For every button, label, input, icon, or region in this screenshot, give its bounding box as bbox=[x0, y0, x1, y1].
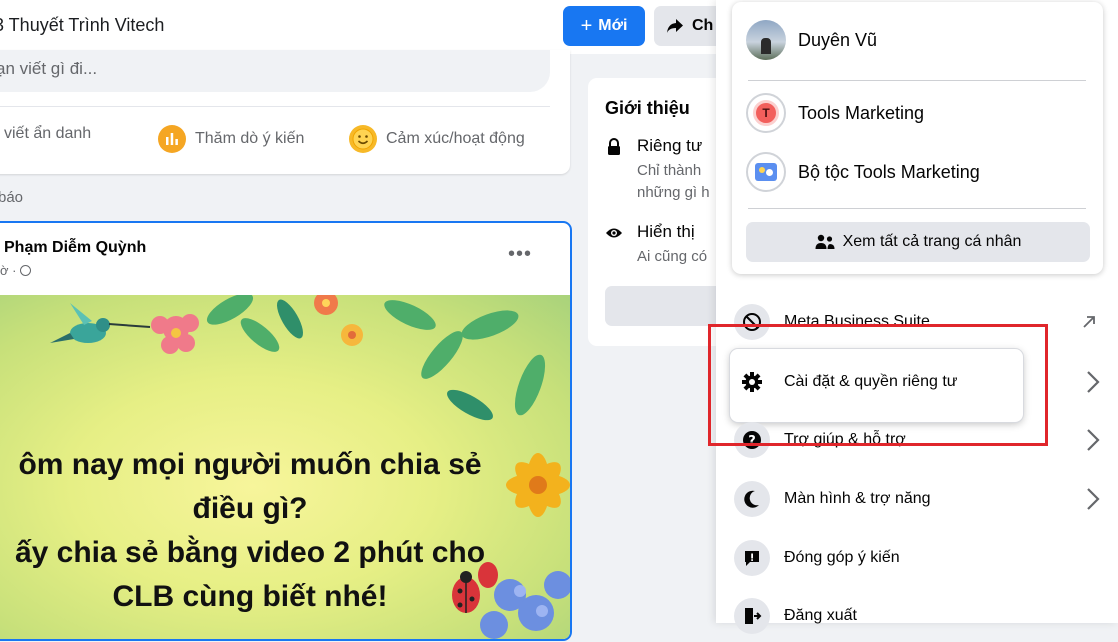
moon-icon bbox=[734, 481, 770, 517]
group-header-bar: 3 Thuyết Trình Vitech + Mới Ch bbox=[0, 0, 724, 54]
privacy-desc-2: những gì h bbox=[637, 184, 710, 201]
see-all-profiles-button[interactable]: Xem tất cả trang cá nhân bbox=[746, 222, 1090, 262]
new-button[interactable]: + Mới bbox=[563, 6, 645, 46]
globe-icon bbox=[20, 265, 32, 276]
page-avatar-t: T bbox=[746, 93, 786, 133]
group-avatar bbox=[746, 152, 786, 192]
privacy-desc-1: Chỉ thành bbox=[637, 162, 702, 179]
post-more-button[interactable]: ••• bbox=[508, 243, 532, 266]
profile-name-tools-marketing: Tools Marketing bbox=[798, 102, 925, 123]
profile-bo-toc-tools-marketing[interactable]: Bộ tộc Tools Marketing bbox=[746, 152, 980, 192]
chevron-right-icon bbox=[1087, 371, 1100, 393]
menu-item-feedback[interactable]: Đóng góp ý kiến bbox=[734, 532, 1102, 584]
visibility-desc: Ai cũng có bbox=[637, 248, 708, 265]
share-arrow-icon bbox=[667, 19, 683, 33]
external-arrow-icon bbox=[1083, 316, 1095, 328]
feed-section-label: báo bbox=[0, 189, 24, 206]
post-image[interactable]: ôm nay mọi người muốn chia sẻ điều gì? ấ… bbox=[0, 295, 570, 639]
profiles-divider-top bbox=[748, 80, 1086, 81]
feedback-icon bbox=[734, 540, 770, 576]
menu-label-feedback: Đóng góp ý kiến bbox=[784, 549, 900, 566]
post-meta: ờ · bbox=[0, 263, 32, 278]
lock-icon bbox=[608, 138, 620, 155]
new-button-label: Mới bbox=[598, 17, 628, 34]
post-image-text: ôm nay mọi người muốn chia sẻ điều gì? ấ… bbox=[0, 443, 550, 619]
post-time: ờ · bbox=[0, 263, 17, 278]
profile-name-bo-toc: Bộ tộc Tools Marketing bbox=[798, 161, 980, 182]
feeling-activity-label: Cảm xúc/hoạt động bbox=[386, 130, 525, 147]
poll-icon bbox=[158, 125, 186, 153]
chevron-right-icon bbox=[1087, 429, 1100, 451]
profile-duyen-vu[interactable]: Duyên Vũ bbox=[746, 20, 877, 60]
profiles-divider-bottom bbox=[748, 208, 1086, 209]
post-author[interactable]: Phạm Diễm Quỳnh bbox=[4, 239, 146, 257]
visibility-title: Hiển thị bbox=[637, 222, 695, 241]
annotation-highlight-frame bbox=[708, 324, 1048, 446]
group-title[interactable]: 3 Thuyết Trình Vitech bbox=[0, 15, 164, 36]
menu-item-display-accessibility[interactable]: Màn hình & trợ năng bbox=[734, 473, 1102, 525]
post-image-line-1: ôm nay mọi người muốn chia sẻ bbox=[18, 448, 482, 481]
anonymous-post-label: i viết ẩn danh bbox=[0, 125, 92, 142]
feeling-activity-button[interactable]: Cảm xúc/hoạt động bbox=[349, 125, 525, 153]
account-menu: Duyên Vũ T Tools Marketing Bộ tộc Tools … bbox=[716, 0, 1118, 634]
share-button-label: Ch bbox=[692, 17, 714, 34]
profiles-card: Duyên Vũ T Tools Marketing Bộ tộc Tools … bbox=[732, 2, 1103, 274]
post-image-line-4: CLB cùng biết nhé! bbox=[112, 580, 388, 613]
people-icon bbox=[815, 234, 835, 249]
smiley-icon bbox=[349, 125, 377, 153]
poll-label: Thăm dò ý kiến bbox=[195, 130, 305, 147]
feed-post: Phạm Diễm Quỳnh ờ · ••• ôm nay mọi người… bbox=[0, 221, 572, 641]
menu-label-logout: Đăng xuất bbox=[784, 607, 857, 624]
composer-divider bbox=[0, 106, 550, 107]
post-composer: ạn viết gì đi... i viết ẩn danh Thăm dò … bbox=[0, 50, 570, 174]
post-image-line-2: điều gì? bbox=[192, 492, 308, 525]
eye-icon bbox=[606, 228, 622, 238]
anonymous-post-button[interactable]: i viết ẩn danh bbox=[0, 125, 91, 143]
profile-name-duyen-vu: Duyên Vũ bbox=[798, 29, 878, 50]
poll-button[interactable]: Thăm dò ý kiến bbox=[158, 125, 304, 153]
plus-icon: + bbox=[580, 15, 593, 37]
profile-tools-marketing[interactable]: T Tools Marketing bbox=[746, 93, 924, 133]
post-image-line-3: ấy chia sẻ bằng video 2 phút cho bbox=[14, 536, 486, 569]
chevron-right-icon bbox=[1087, 488, 1100, 510]
share-button[interactable]: Ch bbox=[654, 6, 724, 46]
user-avatar bbox=[746, 20, 786, 60]
privacy-title: Riêng tư bbox=[637, 136, 703, 155]
see-all-profiles-label: Xem tất cả trang cá nhân bbox=[842, 233, 1022, 250]
composer-input[interactable]: ạn viết gì đi... bbox=[0, 50, 550, 92]
logout-icon bbox=[734, 598, 770, 634]
intro-title: Giới thiệu bbox=[605, 98, 690, 118]
menu-item-logout[interactable]: Đăng xuất bbox=[734, 590, 1102, 642]
menu-label-display-accessibility: Màn hình & trợ năng bbox=[784, 490, 931, 507]
